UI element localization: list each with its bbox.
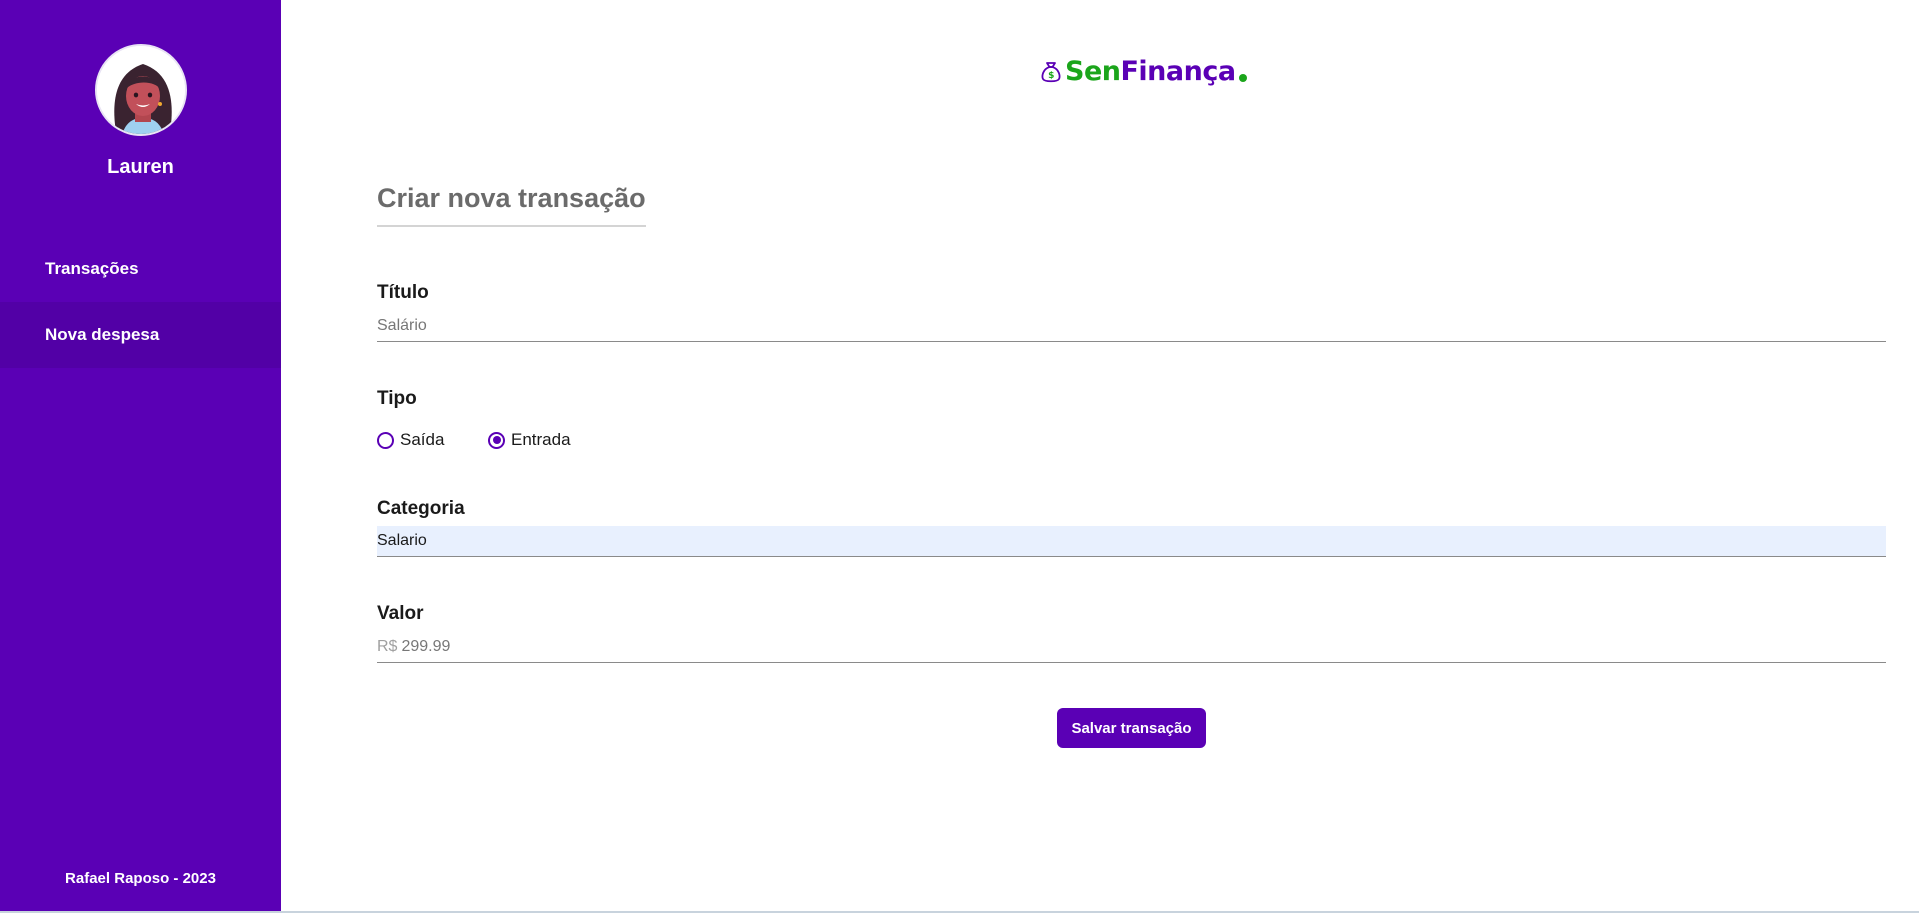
tipo-label: Tipo <box>377 388 417 409</box>
app-root: Lauren Transações Nova despesa Rafael Ra… <box>0 0 1919 913</box>
radio-button-checked[interactable] <box>488 431 505 449</box>
radio-saida[interactable]: Saída <box>377 430 444 450</box>
user-name: Lauren <box>107 156 174 178</box>
categoria-label: Categoria <box>377 498 465 519</box>
sidebar-item-label: Transações <box>45 259 139 278</box>
avatar-illustration <box>97 46 185 134</box>
sidebar: Lauren Transações Nova despesa Rafael Ra… <box>0 0 281 911</box>
logo-text-financa: Finança <box>1120 56 1236 87</box>
titulo-input[interactable] <box>377 311 1886 342</box>
money-bag-icon: $ <box>1041 61 1061 82</box>
app-logo: $ Sen Finança <box>1040 56 1247 87</box>
titulo-label: Título <box>377 282 429 303</box>
radio-label: Entrada <box>511 430 571 449</box>
logo-dot <box>1238 73 1247 82</box>
sidebar-item-transacoes[interactable]: Transações <box>0 236 281 302</box>
save-transaction-button[interactable]: Salvar transação <box>1057 708 1206 748</box>
radio-label: Saída <box>400 430 445 449</box>
radio-button[interactable] <box>377 431 394 449</box>
logo-text-sen: Sen <box>1065 56 1121 87</box>
valor-label: Valor <box>377 603 424 624</box>
sidebar-footer: Rafael Raposo - 2023 <box>65 870 216 887</box>
sidebar-item-label: Nova despesa <box>45 325 160 344</box>
currency-prefix: R$ <box>377 638 398 655</box>
valor-field[interactable]: R$ <box>377 632 1886 663</box>
page-title: Criar nova transação <box>377 183 646 227</box>
svg-text:$: $ <box>1048 71 1054 81</box>
categoria-input[interactable] <box>377 526 1886 557</box>
avatar <box>95 44 187 136</box>
valor-input[interactable] <box>401 638 1886 656</box>
sidebar-item-nova-despesa[interactable]: Nova despesa <box>0 302 281 368</box>
radio-entrada[interactable]: Entrada <box>488 430 571 450</box>
